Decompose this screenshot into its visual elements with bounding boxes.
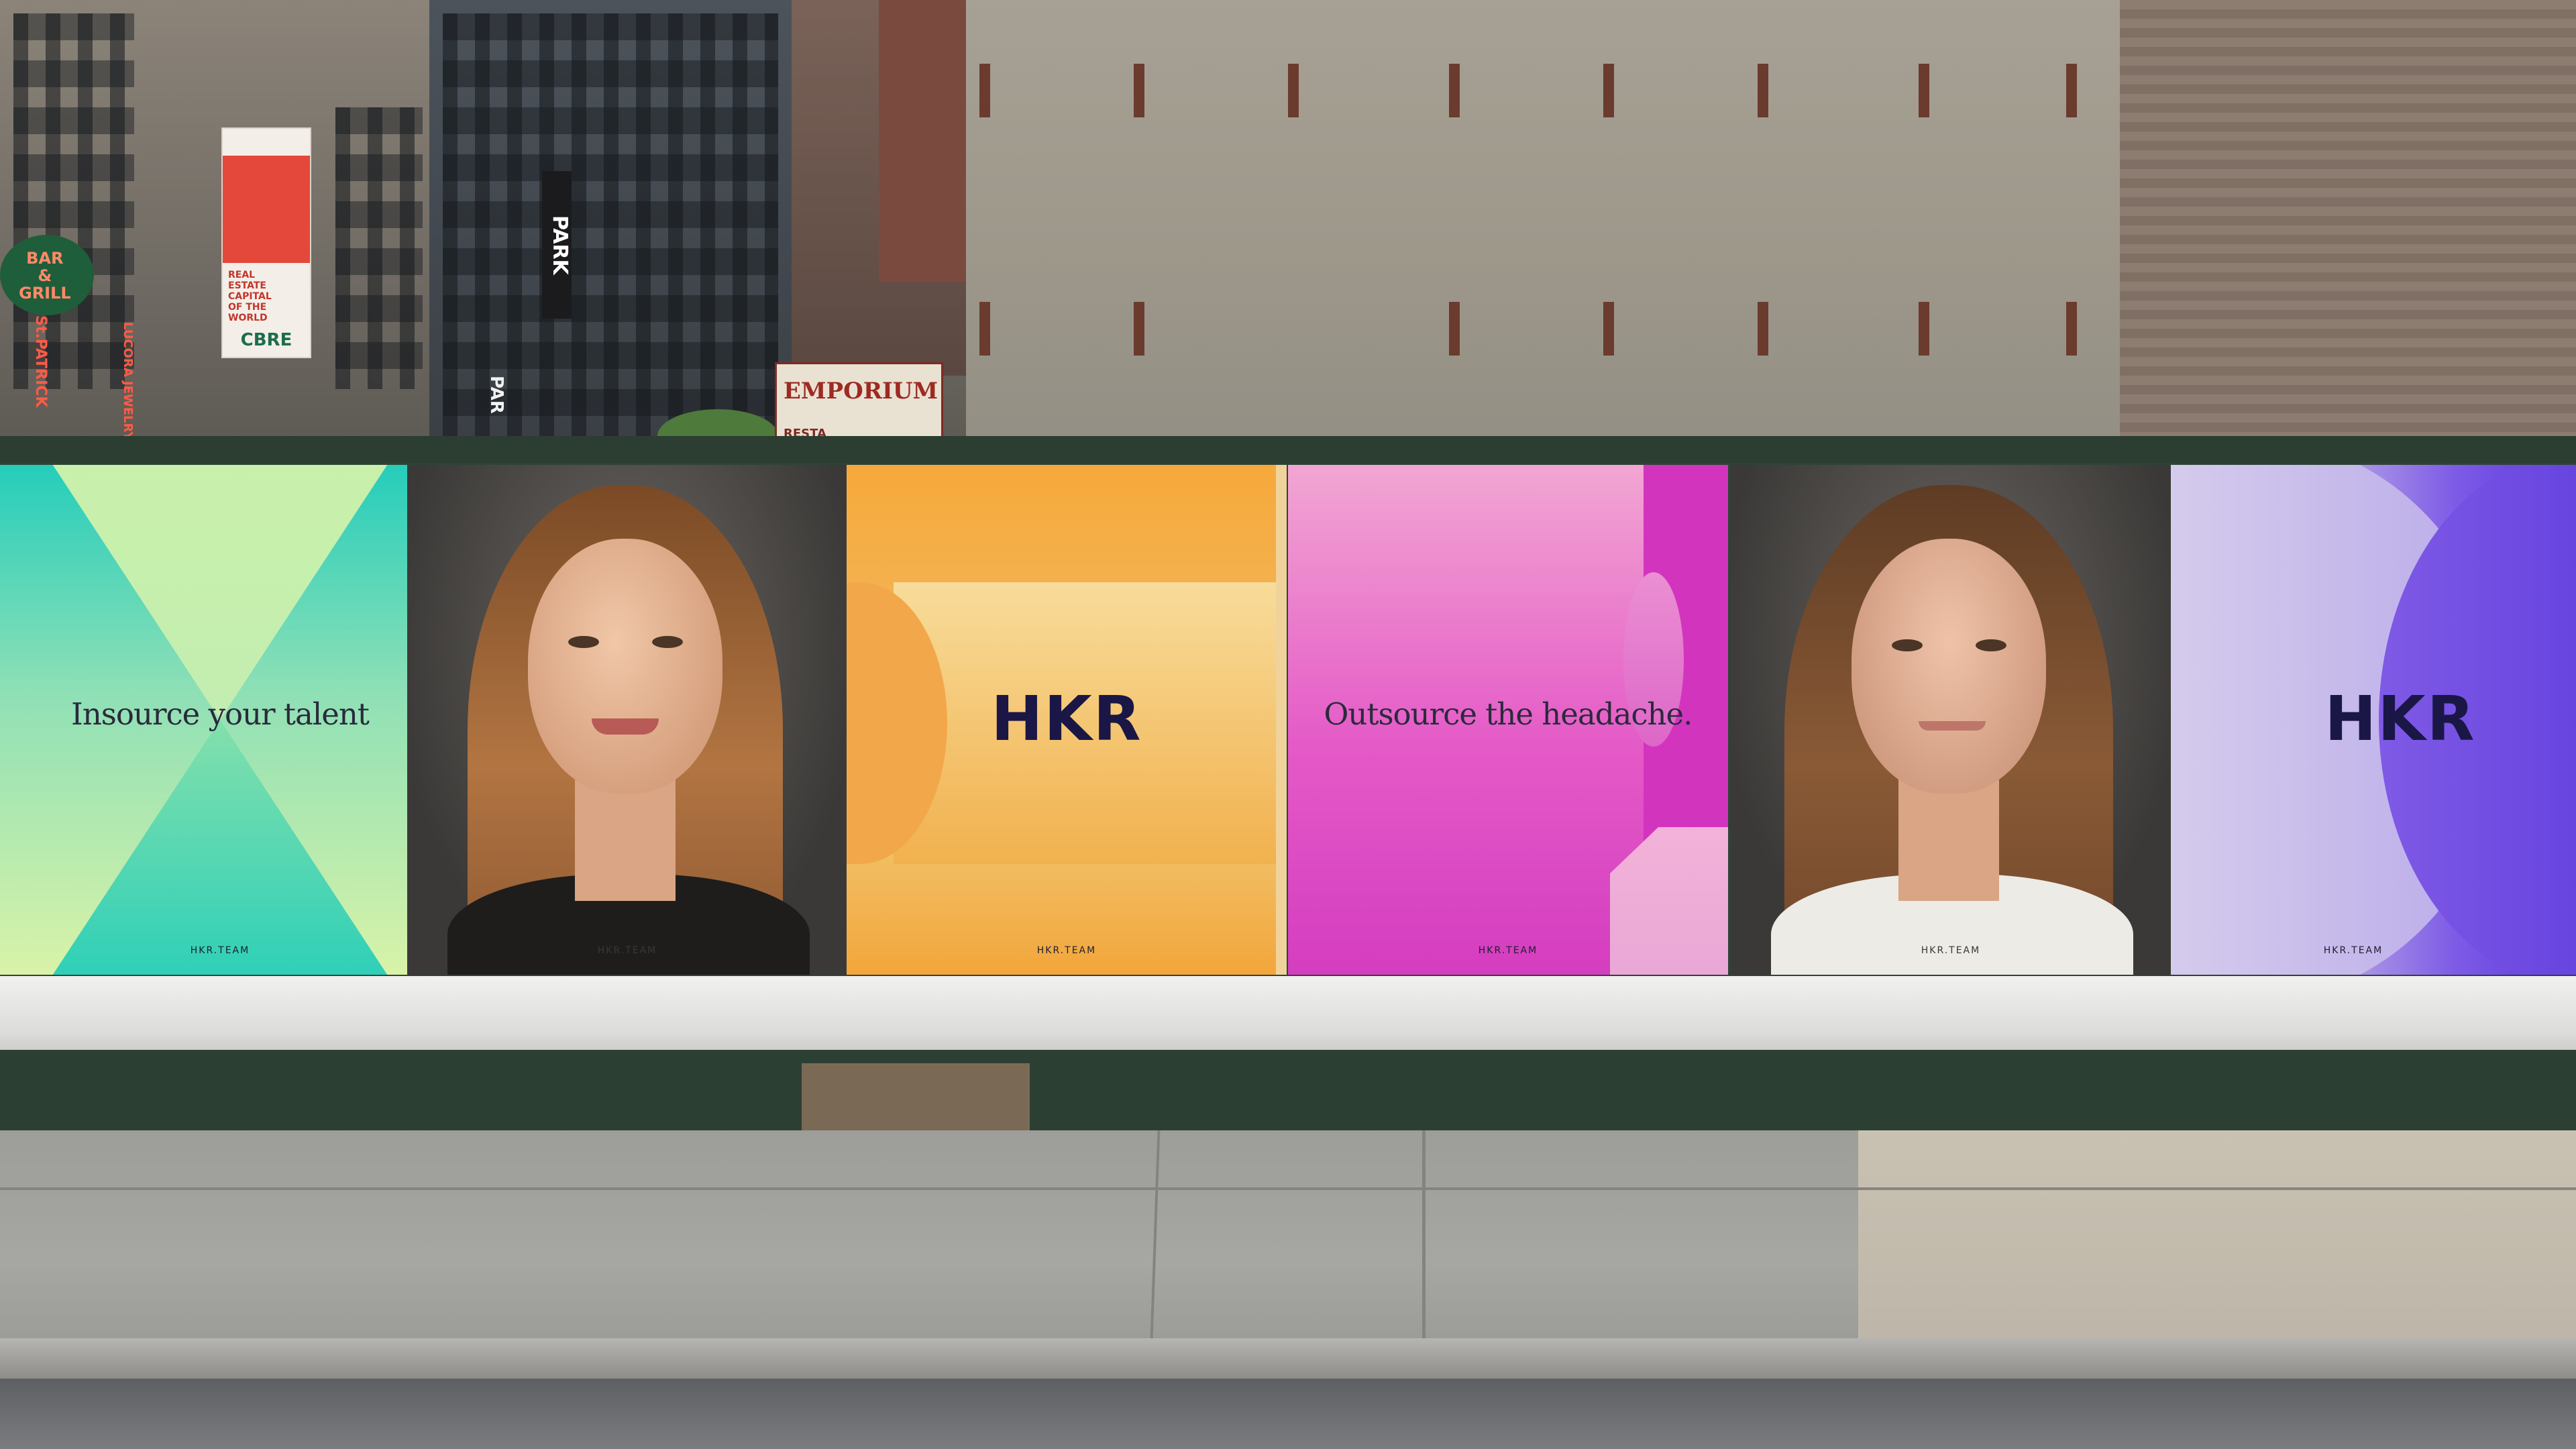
park-sign-lower: PAR [486, 376, 506, 414]
bar-grill-text: BAR & GRILL [19, 249, 71, 303]
poster-headline: Outsource the headache. [1324, 696, 1693, 732]
banner-graphic [223, 156, 310, 263]
mouth [1919, 721, 1986, 731]
emporium-text: EMPORIUM [784, 378, 938, 405]
building-windows [13, 13, 134, 389]
portrait-face [1851, 539, 2046, 794]
poster-insource: Insource your talent HKR.TEAM [0, 465, 440, 975]
curb [0, 1338, 2576, 1379]
eye [652, 636, 683, 648]
mouth [592, 718, 659, 735]
street-scene: BAR & GRILL St.PATRICK LUCORA JEWELRY RE… [0, 0, 2576, 1449]
eye [568, 636, 599, 648]
eye [1976, 639, 2006, 651]
glass-tower [429, 0, 792, 456]
emporium-sign: EMPORIUM RESTA [775, 362, 943, 447]
eye [1892, 639, 1923, 651]
portrait-face [528, 539, 722, 794]
poster-hkr-orange: HKR HKR.TEAM [847, 465, 1287, 975]
poster-footer: HKR.TEAM [597, 945, 657, 956]
building-windows [335, 107, 423, 389]
torn-paper-strip [0, 976, 2576, 1057]
poster-hkr-purple: HKR HKR.TEAM [2171, 465, 2576, 975]
hkr-logo: HKR [2324, 683, 2476, 755]
fence-top [0, 436, 2576, 466]
hkr-logo: HKR [991, 683, 1142, 755]
poster-footer: HKR.TEAM [1036, 945, 1097, 956]
poster-portrait-1: HKR.TEAM [407, 465, 847, 975]
poster-headline: Insource your talent [71, 696, 370, 732]
poster-footer: HKR.TEAM [1478, 945, 1538, 956]
poster-footer: HKR.TEAM [2323, 945, 2383, 956]
fence-lower [0, 1050, 2576, 1130]
cbre-logo: CBRE [240, 330, 292, 350]
sidewalk-paving [1858, 1130, 2576, 1352]
street [0, 1379, 2576, 1449]
sidewalk-joint [1422, 1130, 1426, 1338]
brick-wall-right [2120, 0, 2576, 443]
sidewalk-joint [0, 1187, 2576, 1190]
jewelry-sign: LUCORA JEWELRY [121, 322, 135, 441]
poster-portrait-2: HKR.TEAM [1731, 465, 2171, 975]
banner-text: REAL ESTATE CAPITAL OF THE WORLD [228, 270, 272, 323]
poster-outsource: Outsource the headache. HKR.TEAM [1288, 465, 1728, 975]
poster-footer: HKR.TEAM [190, 945, 250, 956]
st-patricks-sign: St.PATRICK [32, 315, 49, 408]
cbre-banner: REAL ESTATE CAPITAL OF THE WORLD CBRE [221, 127, 311, 358]
park-sign: PARK [542, 171, 572, 319]
red-brick-building [879, 0, 966, 282]
wood-board [802, 1063, 1030, 1130]
poster-footer: HKR.TEAM [1921, 945, 1981, 956]
concrete-wall [966, 0, 2120, 443]
